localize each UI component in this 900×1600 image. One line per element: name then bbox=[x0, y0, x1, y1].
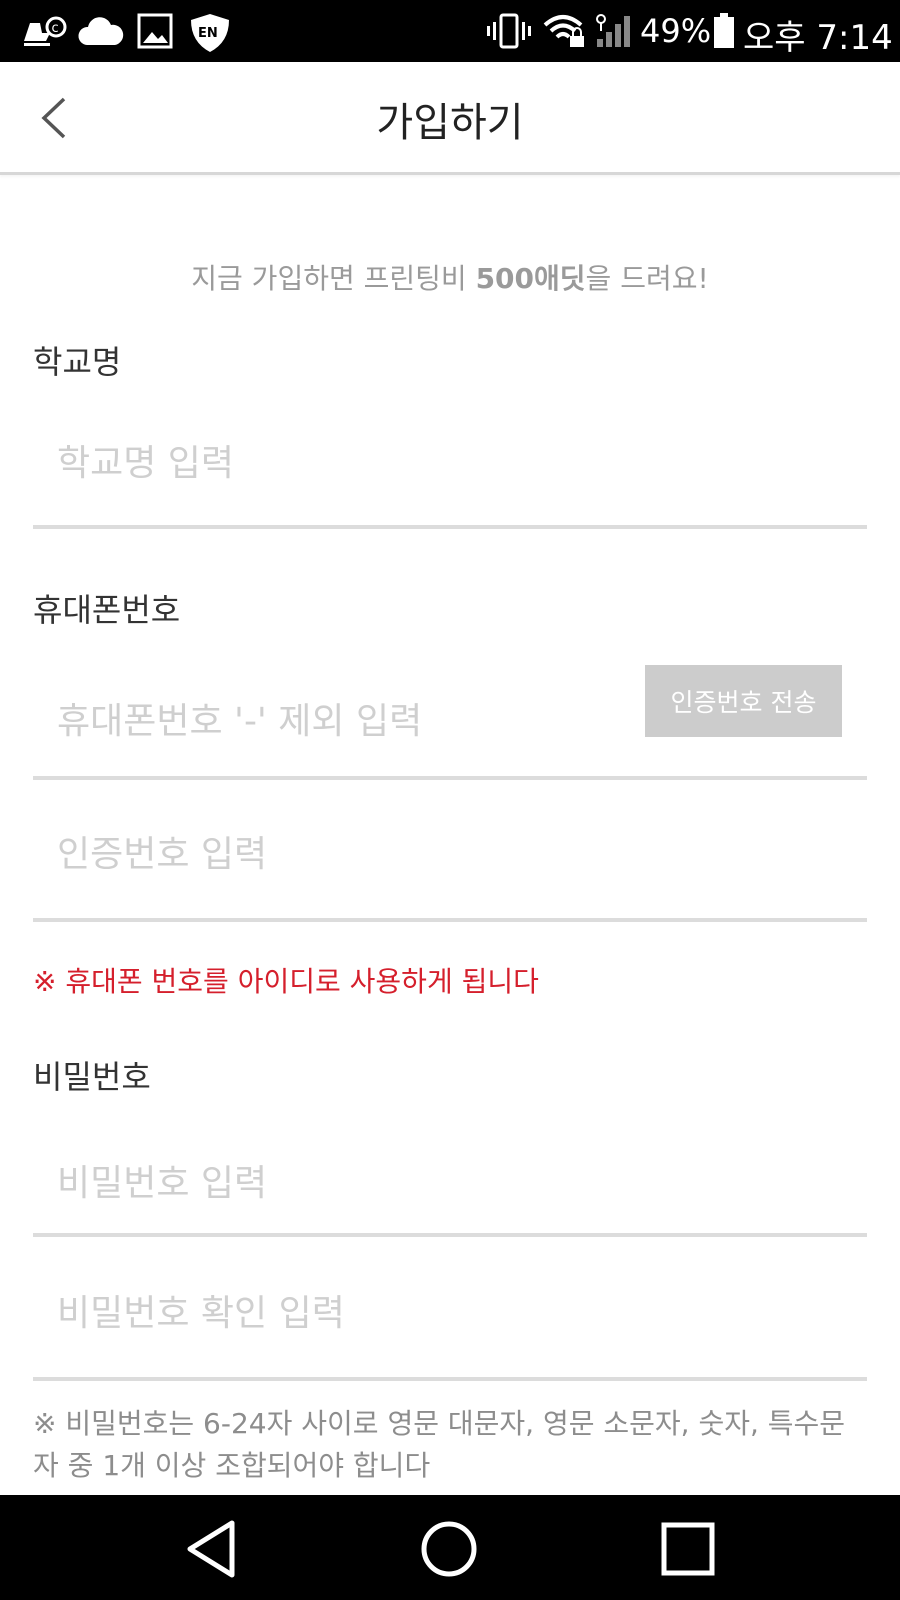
password-field bbox=[33, 1115, 867, 1237]
image-icon bbox=[137, 13, 173, 53]
promo-highlight: 500애딧 bbox=[475, 262, 586, 295]
promo-prefix: 지금 가입하면 프린팅비 bbox=[191, 262, 476, 295]
page-title: 가입하기 bbox=[376, 100, 524, 146]
signal-icon bbox=[595, 13, 635, 53]
svg-text:c: c bbox=[52, 21, 59, 36]
nav-home-icon[interactable] bbox=[417, 1517, 481, 1581]
svg-text:EN: EN bbox=[198, 26, 218, 41]
school-input[interactable] bbox=[57, 435, 617, 491]
cloud-icon bbox=[77, 13, 125, 53]
vpn-shield-icon: EN bbox=[188, 13, 232, 57]
password-rule-notice: ※ 비밀번호는 6-24자 사이로 영문 대문자, 영문 소문자, 숫자, 특수… bbox=[33, 1407, 846, 1482]
wifi-lock-icon bbox=[543, 13, 587, 53]
phone-notice: ※ 휴대폰 번호를 아이디로 사용하게 됩니다 bbox=[33, 965, 539, 998]
password-label: 비밀번호 bbox=[33, 1058, 151, 1096]
code-field bbox=[33, 780, 867, 922]
nav-back-icon[interactable] bbox=[182, 1517, 246, 1581]
password-confirm-input[interactable] bbox=[57, 1285, 617, 1341]
school-field bbox=[33, 407, 867, 529]
send-code-button[interactable]: 인증번호 전송 bbox=[645, 665, 842, 737]
app-header: 가입하기 bbox=[0, 62, 900, 175]
phone-label: 휴대폰번호 bbox=[33, 591, 181, 629]
promo-text: 지금 가입하면 프린팅비 500애딧을 드려요! bbox=[0, 257, 900, 297]
status-clock: 오후 7:14 bbox=[743, 18, 893, 58]
nav-recents-icon[interactable] bbox=[656, 1517, 720, 1581]
phone-input[interactable] bbox=[57, 693, 617, 749]
battery-percent: 49% bbox=[640, 12, 712, 50]
password-input[interactable] bbox=[57, 1155, 617, 1211]
navigation-bar bbox=[0, 1495, 900, 1600]
phone-field: 인증번호 전송 bbox=[33, 665, 867, 780]
promo-suffix: 을 드려요! bbox=[585, 262, 709, 295]
password-confirm-field bbox=[33, 1237, 867, 1381]
school-label: 학교명 bbox=[33, 343, 122, 381]
status-bar: c EN 49% 오후 7:14 bbox=[0, 0, 900, 62]
vibrate-icon bbox=[487, 13, 531, 53]
battery-icon bbox=[713, 13, 735, 53]
notification-icon: c bbox=[22, 13, 68, 53]
verification-code-input[interactable] bbox=[57, 826, 617, 882]
signup-form: 지금 가입하면 프린팅비 500애딧을 드려요! 학교명 휴대폰번호 인증번호 … bbox=[0, 175, 900, 1495]
